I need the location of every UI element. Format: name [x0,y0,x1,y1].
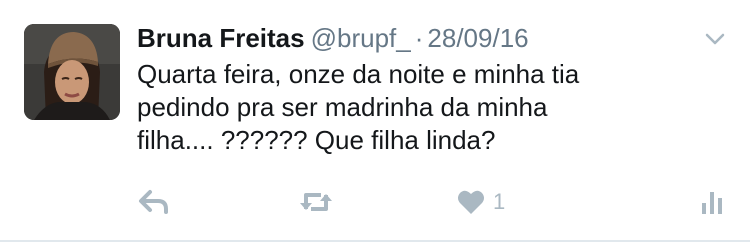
more-options-button[interactable] [704,28,726,50]
retweet-button[interactable] [297,184,335,220]
reply-button[interactable] [138,184,170,220]
tweet-text-line: pedindo pra ser madrinha da minha [137,92,548,122]
chevron-down-icon [705,33,725,45]
tweet-header: Bruna Freitas @brupf_ · 28/09/16 [137,22,529,54]
tweet-card: Bruna Freitas @brupf_ · 28/09/16 Quarta fei… [0,0,750,242]
avatar[interactable] [24,24,120,120]
like-count: 1 [493,189,506,214]
analytics-button[interactable] [700,184,724,220]
display-name[interactable]: Bruna Freitas [137,23,305,53]
tweet-text-line: Quarta feira, onze da noite e minha tia [137,59,580,89]
profile-photo-icon [24,24,120,120]
heart-icon [458,190,484,214]
bar-chart-icon [702,192,722,214]
retweet-icon [300,193,332,211]
tweet-text: Quarta feira, onze da noite e minha tia … [137,58,727,157]
tweet-actions: 1 [0,184,750,220]
like-button[interactable]: 1 [457,184,505,220]
reply-icon [139,190,168,214]
tweet-text-line: filha.... ?????? Que filha linda? [137,125,496,155]
user-handle[interactable]: @brupf_ [311,23,411,53]
tweet-date[interactable]: 28/09/16 [427,23,528,53]
separator: · [414,23,424,53]
